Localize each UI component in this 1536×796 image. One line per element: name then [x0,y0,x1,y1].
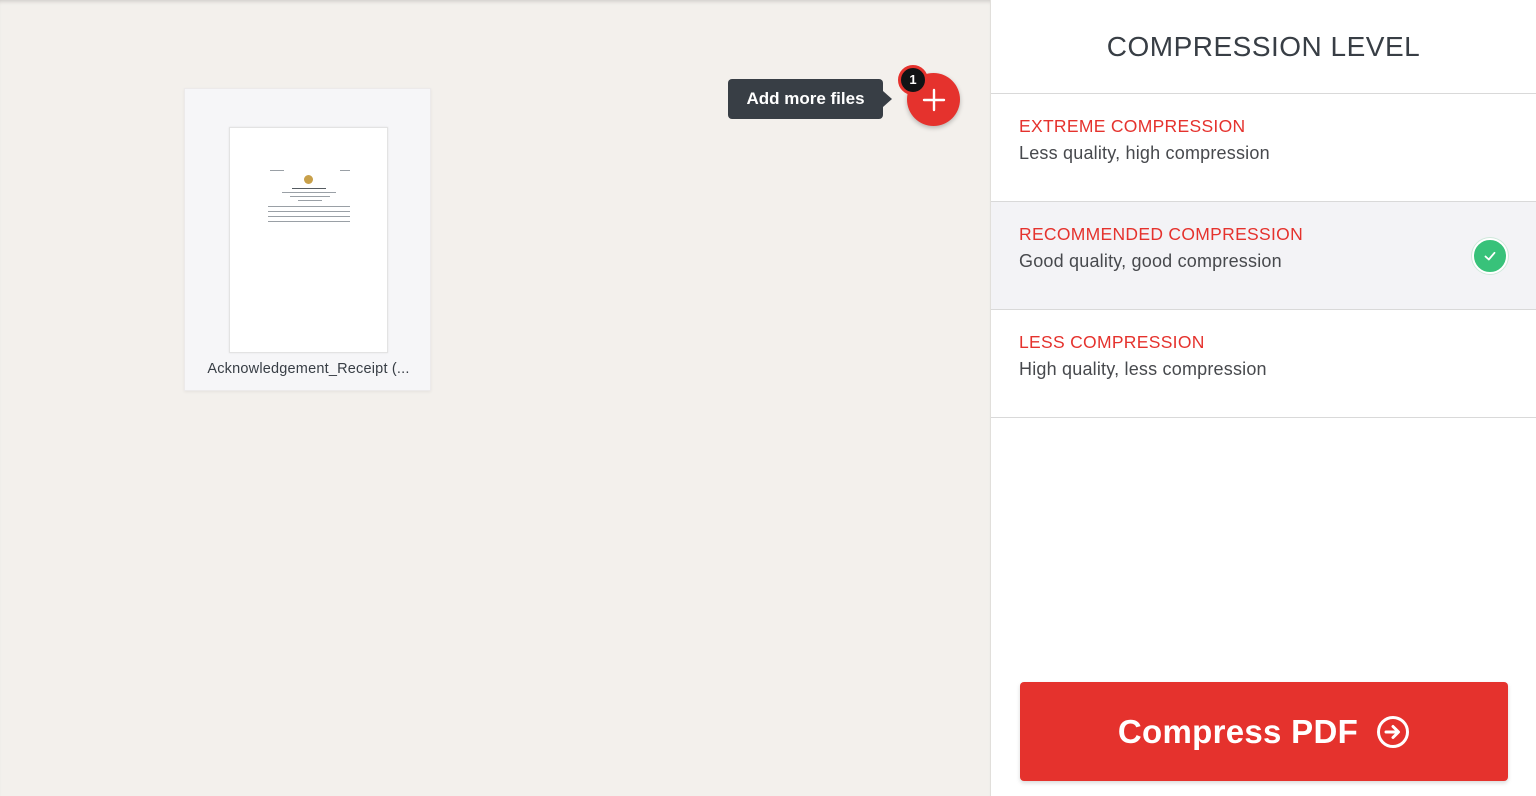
plus-icon [922,88,945,111]
option-title: EXTREME COMPRESSION [1019,116,1246,136]
option-description: High quality, less compression [1019,359,1267,379]
option-extreme-compression[interactable]: EXTREME COMPRESSION Less quality, high c… [991,94,1536,202]
arrow-right-circle-icon [1376,715,1410,749]
sidebar-panel: COMPRESSION LEVEL EXTREME COMPRESSION Le… [990,0,1536,796]
file-name: Acknowledgement_Receipt (... [207,361,410,377]
file-count-badge: 1 [898,65,928,95]
pdf-thumbnail [229,127,388,353]
option-recommended-compression[interactable]: RECOMMENDED COMPRESSION Good quality, go… [991,202,1536,310]
add-more-files-tooltip: Add more files [728,79,892,119]
option-description: Good quality, good compression [1019,251,1282,271]
compress-pdf-button[interactable]: Compress PDF [1020,682,1508,781]
option-title: LESS COMPRESSION [1019,332,1205,352]
compress-button-label: Compress PDF [1117,712,1359,750]
sidebar-title: COMPRESSION LEVEL [991,0,1536,94]
check-icon [1472,238,1508,274]
option-less-compression[interactable]: LESS COMPRESSION High quality, less comp… [991,310,1536,418]
file-card[interactable]: Acknowledgement_Receipt (... [184,88,431,391]
option-title: RECOMMENDED COMPRESSION [1019,224,1304,244]
option-description: Less quality, high compression [1019,143,1270,163]
document-seal-icon [304,175,313,184]
file-workspace: Acknowledgement_Receipt (... Add more fi… [0,0,990,796]
